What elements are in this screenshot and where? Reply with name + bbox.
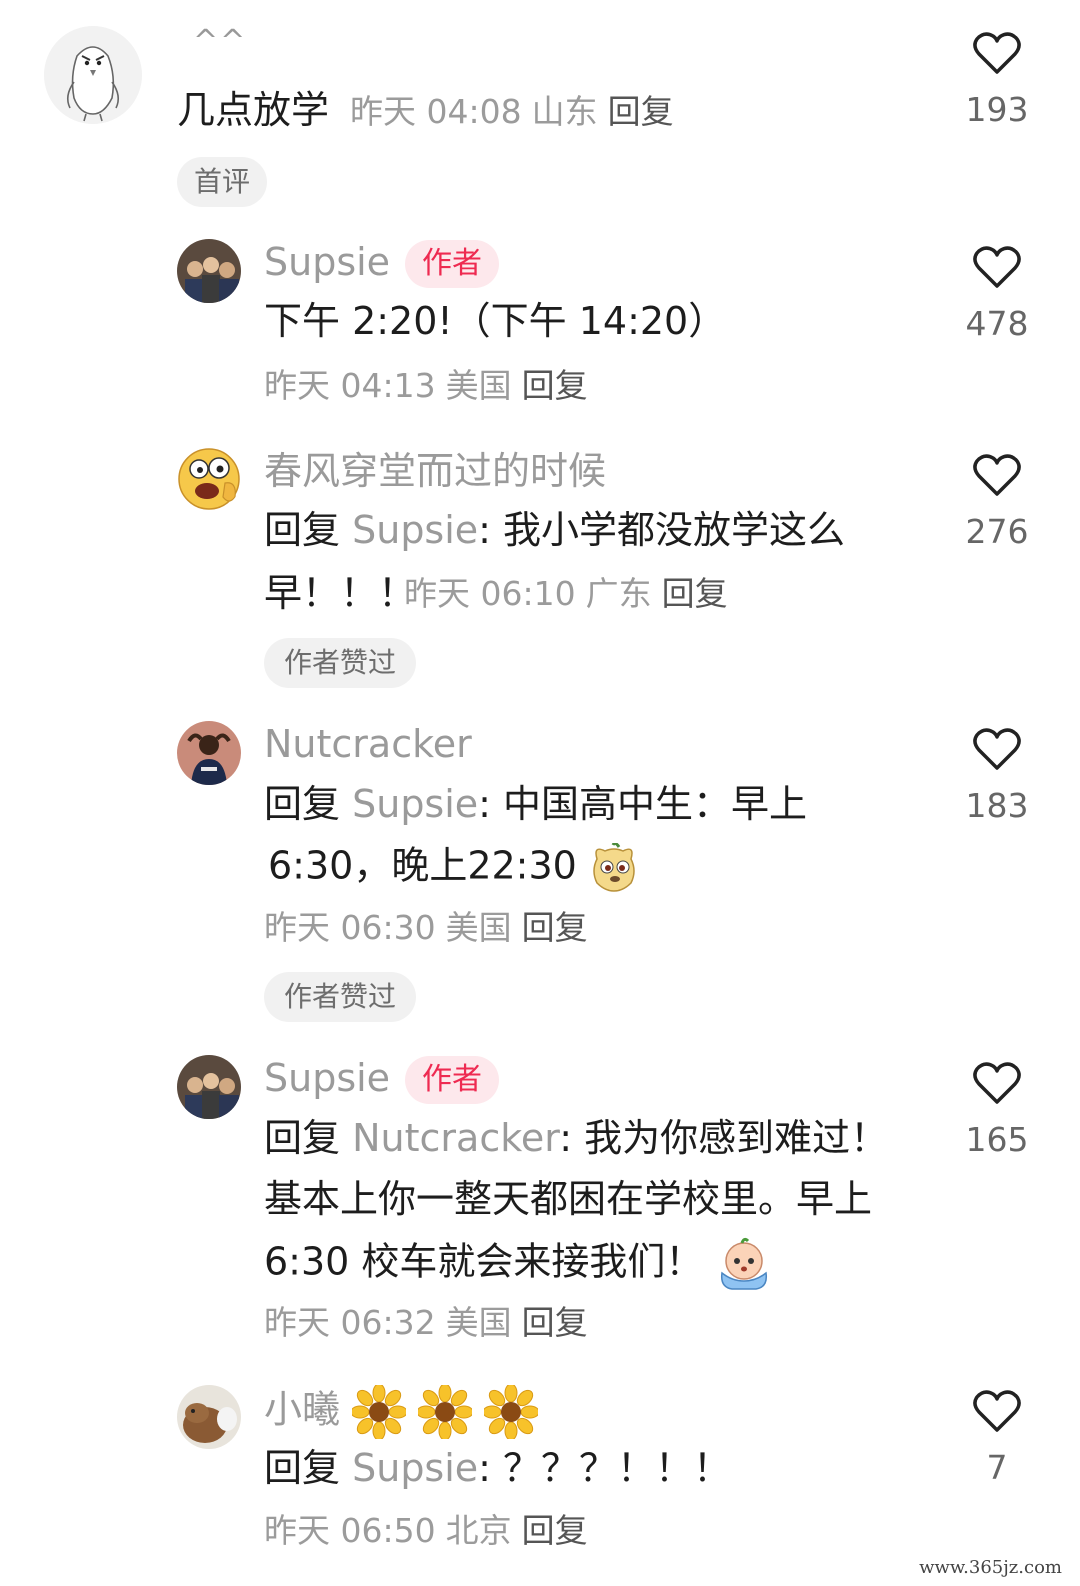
like-count: 183	[965, 786, 1029, 825]
author-tag: 作者	[405, 240, 499, 288]
like-count: 193	[965, 90, 1029, 129]
heart-icon[interactable]	[972, 1060, 1022, 1106]
user-name-text: 小曦	[264, 1387, 341, 1432]
comment-text-line: : 中国高中生：早上	[478, 782, 808, 826]
like-count: 478	[965, 304, 1029, 343]
reply-prefix: 回复	[264, 1116, 341, 1160]
comment-text-line: : 我小学都没放学这么	[478, 508, 846, 552]
comment-meta: 昨天 04:08 山东 回复	[350, 92, 684, 132]
comment-text: 回复 Supsie: 我小学都没放学这么	[264, 508, 845, 554]
comment-time: 昨天 04:08	[350, 92, 522, 131]
heart-icon[interactable]	[972, 1388, 1022, 1434]
comment-text-line: : 我为你感到难过！	[559, 1116, 889, 1160]
comment-text: 回复 Nutcracker: 我为你感到难过！	[264, 1116, 888, 1162]
sunflower-emoji-icon	[352, 1385, 407, 1439]
user-name[interactable]: Supsie	[264, 240, 390, 286]
comment-text: 下午 2:20!（下午 14:20）	[264, 299, 727, 343]
comment-text-line-value: 6:30，晚上22:30	[268, 843, 577, 888]
heart-icon[interactable]	[972, 30, 1022, 76]
reply-button[interactable]: 回复	[522, 1511, 588, 1550]
avatar[interactable]	[177, 239, 241, 303]
heart-icon[interactable]	[972, 452, 1022, 498]
like-count: 7	[986, 1448, 1008, 1487]
author-liked-badge: 作者赞过	[264, 972, 416, 1022]
comment-text-line: 基本上你一整天都困在学校里。早上	[264, 1177, 873, 1221]
like-count: 276	[965, 512, 1029, 551]
comment-meta: 昨天 06:32 美国 回复	[264, 1303, 598, 1343]
reply-button[interactable]: 回复	[608, 92, 674, 131]
comment-location: 美国	[445, 1303, 512, 1342]
avatar[interactable]	[44, 26, 142, 124]
reply-button[interactable]: 回复	[522, 908, 588, 947]
reply-to-user[interactable]: Supsie	[352, 508, 478, 552]
user-name[interactable]: 春风穿堂而过的时候	[264, 449, 606, 495]
comment-meta: 昨天 04:13 美国 回复	[264, 366, 598, 406]
person-photo-avatar	[177, 721, 241, 785]
reply-to-user[interactable]: Supsie	[352, 782, 478, 826]
crying-emoji-icon	[720, 1237, 767, 1290]
reply-prefix: 回复	[264, 1446, 341, 1490]
reply-button[interactable]: 回复	[662, 574, 728, 613]
comment-text-line: 6:30 校车就会来接我们！	[264, 1237, 772, 1291]
penguin-avatar-icon	[44, 26, 142, 124]
comment-meta: 昨天 06:50 北京 回复	[264, 1511, 598, 1551]
avatar[interactable]	[177, 447, 241, 511]
comment-location: 美国	[445, 908, 512, 947]
carets-mark: ^^	[193, 24, 248, 59]
comment-text: 几点放学	[177, 88, 330, 132]
comment-text: 回复 Supsie: 中国高中生：早上	[264, 782, 807, 828]
comment-meta: 昨天 06:10 广东 回复	[404, 574, 738, 614]
comment-location: 山东	[531, 92, 598, 131]
comment-time: 昨天 04:13	[264, 366, 436, 405]
user-name[interactable]: Supsie	[264, 1056, 390, 1102]
heart-icon[interactable]	[972, 244, 1022, 290]
author-liked-badge: 作者赞过	[264, 638, 416, 688]
comment-text-line: 6:30，晚上22:30	[268, 843, 639, 893]
capybara-photo-avatar	[177, 1385, 241, 1449]
sunflower-emoji-icon	[418, 1385, 473, 1439]
comment-meta: 昨天 06:30 美国 回复	[264, 908, 598, 948]
comment-text-line: 早！！！	[264, 571, 417, 615]
avatar[interactable]	[177, 1385, 241, 1449]
group-photo-avatar	[177, 1055, 241, 1119]
first-comment-badge: 首评	[177, 157, 267, 207]
comment-location: 北京	[445, 1511, 512, 1550]
comment-time: 昨天 06:32	[264, 1303, 436, 1342]
group-photo-avatar	[177, 239, 241, 303]
author-tag: 作者	[405, 1056, 499, 1104]
shocked-face-avatar	[178, 448, 240, 510]
user-name[interactable]: Nutcracker	[264, 722, 472, 768]
watermark: www.365jz.com	[919, 1557, 1062, 1578]
reply-prefix: 回复	[264, 508, 341, 552]
reply-button[interactable]: 回复	[522, 366, 588, 405]
avatar[interactable]	[177, 1055, 241, 1119]
user-name[interactable]: 小曦	[264, 1385, 539, 1439]
comment-location: 广东	[585, 574, 652, 613]
heart-icon[interactable]	[972, 726, 1022, 772]
reply-to-user[interactable]: Nutcracker	[352, 1116, 559, 1160]
avatar[interactable]	[177, 721, 241, 785]
comment-time: 昨天 06:30	[264, 908, 436, 947]
reply-prefix: 回复	[264, 782, 341, 826]
sunflower-emoji-icon	[484, 1385, 539, 1439]
comment-time: 昨天 06:50	[264, 1511, 436, 1550]
comment-text-line: : ？？？！！！	[478, 1446, 732, 1490]
comment-time: 昨天 06:10	[404, 574, 576, 613]
dog-emoji-icon	[593, 843, 635, 892]
comment-text-line-value: 6:30 校车就会来接我们！	[264, 1239, 704, 1284]
reply-button[interactable]: 回复	[522, 1303, 588, 1342]
comment-location: 美国	[445, 366, 512, 405]
like-count: 165	[965, 1120, 1029, 1159]
comment-text: 回复 Supsie: ？？？！！！	[264, 1446, 731, 1492]
reply-to-user[interactable]: Supsie	[352, 1446, 478, 1490]
